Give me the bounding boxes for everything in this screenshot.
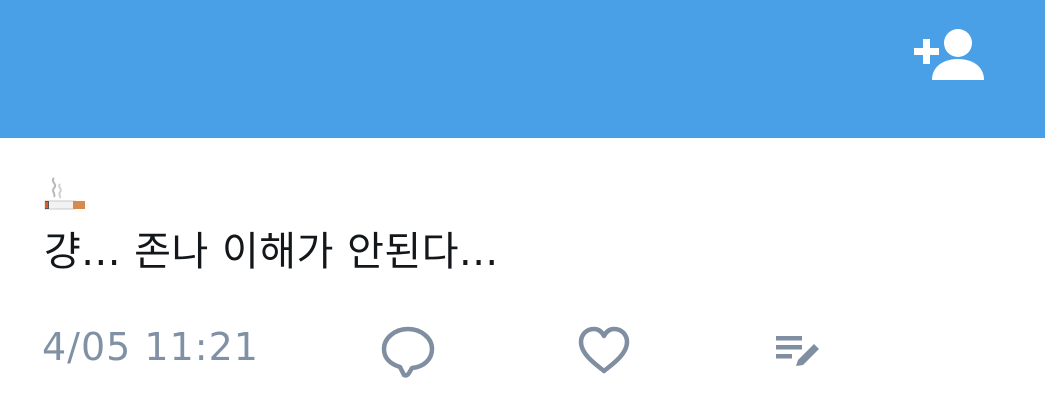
tweet-timestamp: 4/05 11:21 bbox=[42, 325, 259, 369]
list-edit-icon bbox=[776, 336, 819, 366]
heart-icon bbox=[578, 326, 630, 374]
cigarette-icon bbox=[44, 174, 88, 214]
add-user-icon bbox=[914, 29, 984, 80]
tweet-text: 걍... 존나 이해가 안된다... bbox=[44, 229, 499, 275]
like-button[interactable] bbox=[576, 324, 632, 378]
speech-bubble-icon bbox=[381, 326, 435, 378]
add-user-button[interactable] bbox=[906, 22, 992, 88]
list-edit-button[interactable] bbox=[772, 332, 824, 372]
reply-button[interactable] bbox=[380, 324, 436, 378]
tweet-card: 걍... 존나 이해가 안된다... 4/05 11:21 bbox=[0, 138, 1045, 400]
top-bar bbox=[0, 0, 1045, 138]
